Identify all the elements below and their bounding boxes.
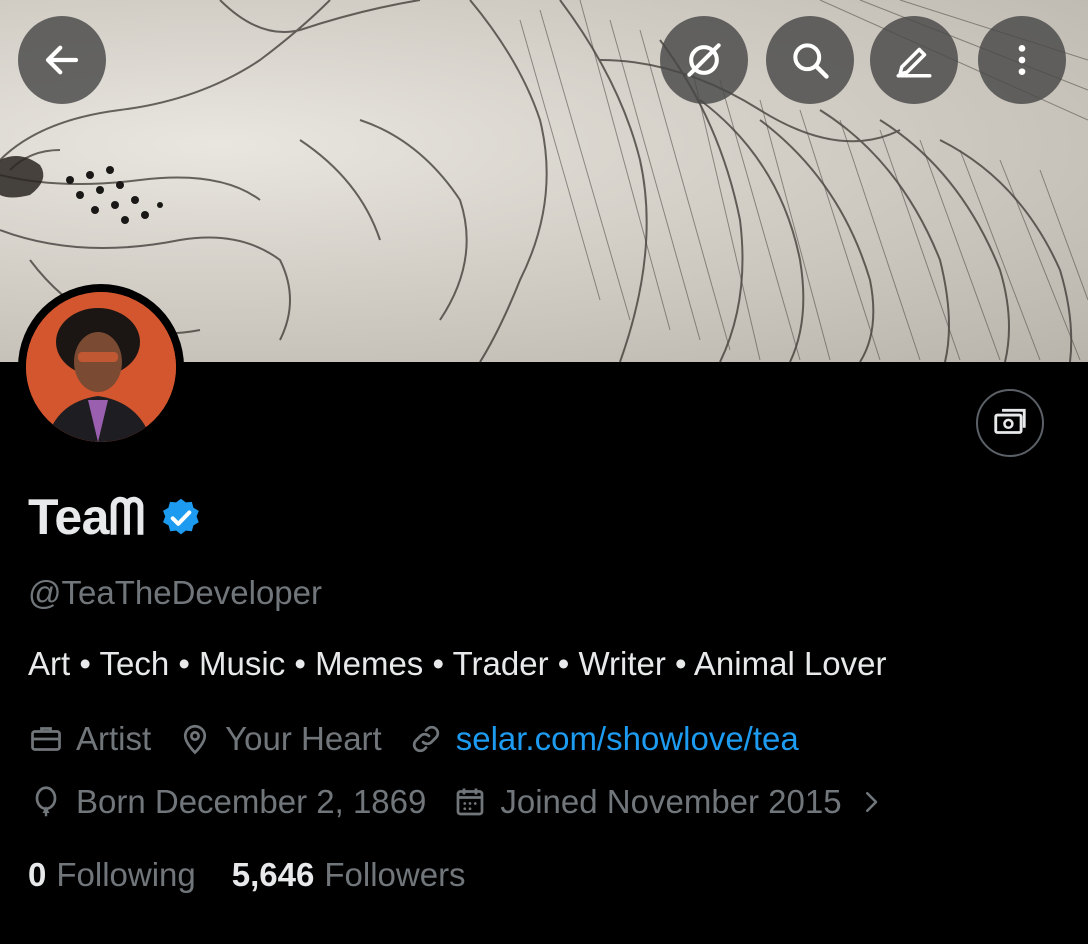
followers-count: 5,646 — [231, 856, 315, 893]
birthday-label: Born December 2, 1869 — [76, 783, 427, 820]
following-label: Following — [56, 856, 196, 893]
tips-button[interactable] — [976, 389, 1044, 457]
briefcase-icon — [31, 727, 61, 751]
edit-button[interactable] — [870, 16, 958, 104]
verified-badge-icon[interactable] — [159, 496, 203, 540]
display-name: Teaᗰ — [28, 489, 145, 545]
joined-item[interactable]: Joined November 2015 — [452, 783, 885, 821]
link-icon — [412, 725, 439, 753]
follow-stats: 0 Following 5,646 Followers — [28, 856, 502, 894]
avatar-photo — [26, 292, 176, 442]
arrow-left-icon — [45, 45, 79, 75]
no-grok-icon — [687, 43, 721, 77]
website-item[interactable]: selar.com/showlove/tea — [408, 720, 799, 758]
following-count: 0 — [28, 856, 47, 893]
profile-meta-row-1: Artist Your Heart selar.com/showlove/tea — [28, 720, 825, 758]
profile-handle: @TeaTheDeveloper — [28, 574, 322, 611]
location-item: Your Heart — [177, 720, 382, 758]
profession-item: Artist — [28, 720, 151, 758]
profession-label: Artist — [76, 720, 152, 757]
search-icon — [793, 43, 829, 79]
grok-button[interactable] — [660, 16, 748, 104]
more-vertical-icon — [1018, 45, 1026, 75]
search-button[interactable] — [766, 16, 854, 104]
followers-stat[interactable]: 5,646 Followers — [232, 856, 466, 894]
back-button[interactable] — [18, 16, 106, 104]
website-link[interactable]: selar.com/showlove/tea — [456, 720, 799, 758]
followers-label: Followers — [324, 856, 466, 893]
more-button[interactable] — [978, 16, 1066, 104]
avatar[interactable] — [18, 284, 184, 450]
money-icon — [994, 408, 1026, 434]
profile-name-row: Teaᗰ — [28, 488, 203, 547]
calendar-icon — [457, 788, 484, 816]
joined-label: Joined November 2015 — [500, 783, 842, 820]
following-stat[interactable]: 0 Following — [28, 856, 196, 894]
edit-icon — [896, 47, 932, 78]
location-pin-icon — [184, 724, 207, 755]
location-label: Your Heart — [225, 720, 382, 757]
chevron-right-icon — [865, 792, 877, 812]
birthday-item: Born December 2, 1869 — [28, 783, 426, 821]
profile-bio: Art • Tech • Music • Memes • Trader • Wr… — [28, 645, 887, 682]
profile-meta-row-2: Born December 2, 1869 Joined November 20… — [28, 783, 912, 821]
balloon-icon — [35, 786, 57, 817]
